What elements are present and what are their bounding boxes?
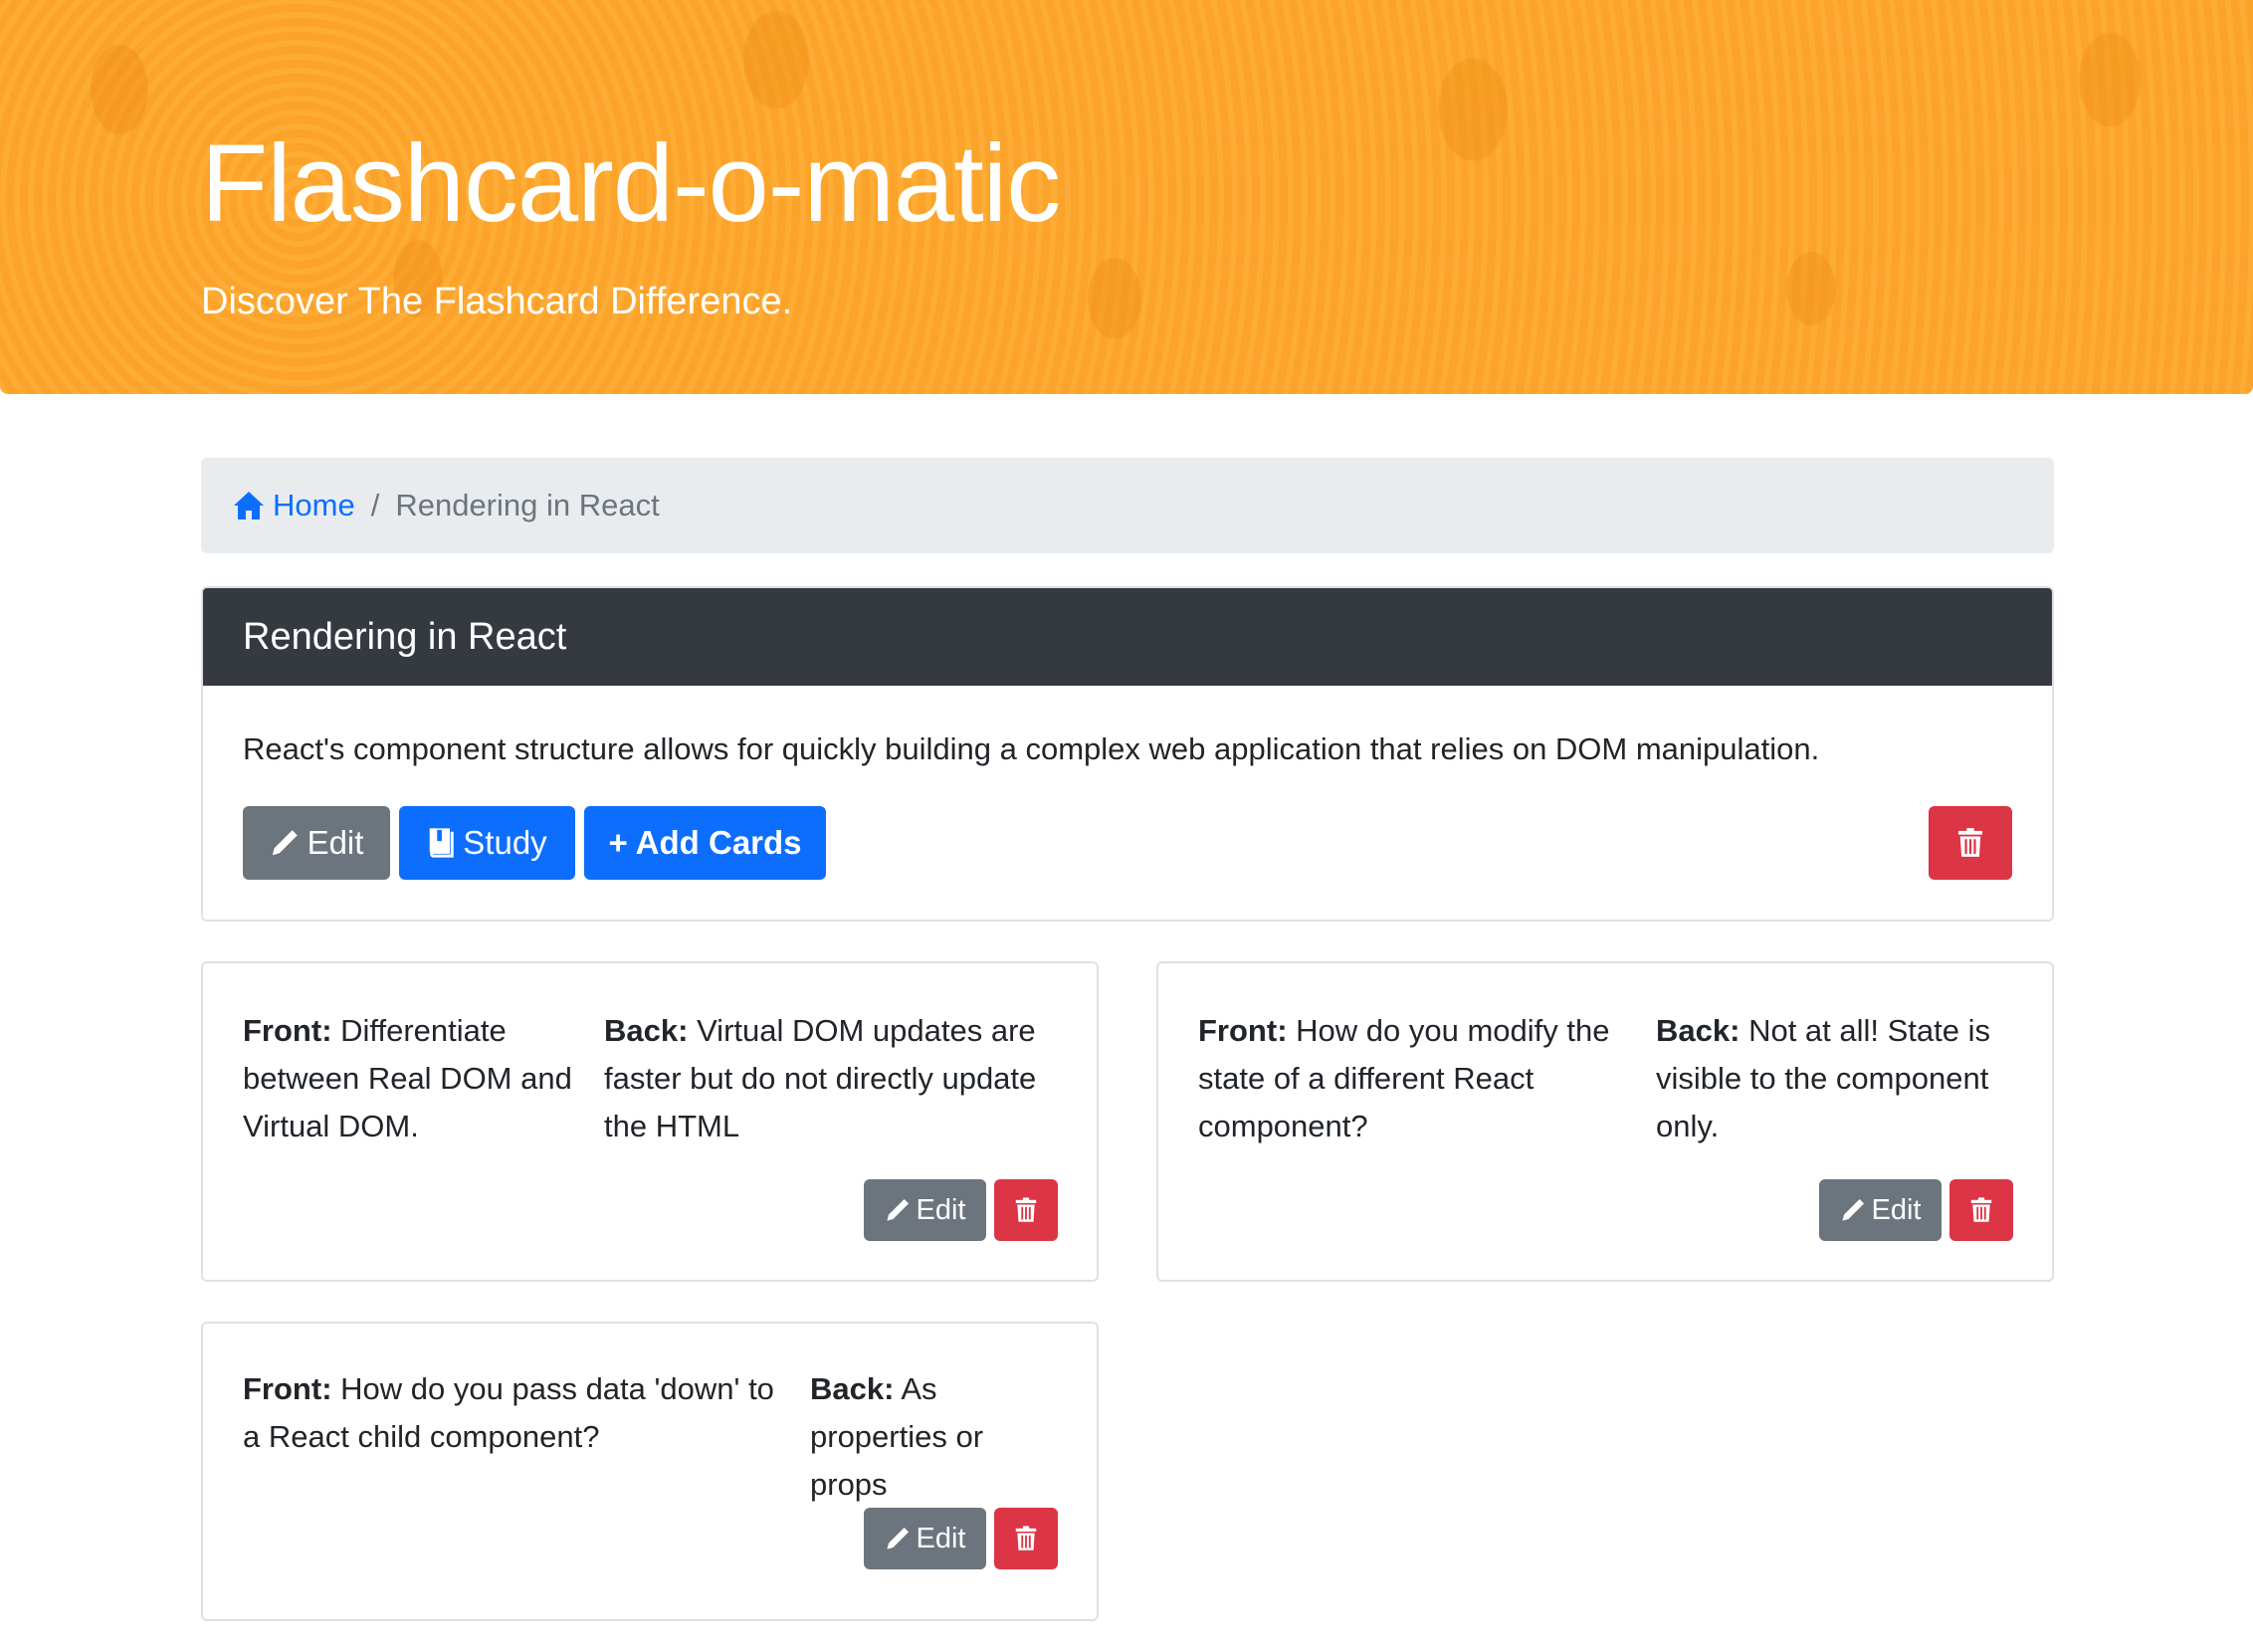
edit-card-button[interactable]: Edit — [864, 1508, 986, 1569]
trash-icon — [1970, 1197, 1992, 1222]
edit-deck-label: Edit — [307, 824, 364, 861]
house-icon — [234, 492, 264, 519]
app-title: Flashcard-o-matic — [201, 122, 1061, 245]
delete-card-button[interactable] — [994, 1508, 1058, 1569]
edit-card-button[interactable]: Edit — [1819, 1179, 1942, 1241]
card-back-label: Back: — [810, 1371, 895, 1406]
pencil-icon — [886, 1198, 909, 1221]
trash-icon — [1957, 828, 1983, 857]
edit-card-label: Edit — [1871, 1193, 1922, 1226]
add-cards-label: + Add Cards — [608, 824, 802, 861]
card-back: Back: Virtual DOM updates are faster but… — [604, 1007, 1072, 1150]
flashcard: Front: How do you pass data 'down' to a … — [201, 1322, 1099, 1621]
pencil-icon — [886, 1527, 909, 1549]
breadcrumb: Home / Rendering in React — [201, 458, 2054, 553]
delete-card-button[interactable] — [994, 1179, 1058, 1241]
app-subtitle: Discover The Flashcard Difference. — [201, 281, 793, 322]
card-front-label: Front: — [1198, 1013, 1288, 1048]
card-front-label: Front: — [243, 1013, 332, 1048]
pencil-icon — [1841, 1198, 1864, 1221]
breadcrumb-current: Rendering in React — [395, 488, 660, 522]
deck-title: Rendering in React — [203, 588, 2052, 686]
flashcard: Front: How do you modify the state of a … — [1156, 961, 2054, 1282]
card-back-label: Back: — [1656, 1013, 1741, 1048]
study-button[interactable]: Study — [399, 806, 575, 880]
edit-card-button[interactable]: Edit — [864, 1179, 986, 1241]
edit-card-label: Edit — [916, 1522, 966, 1554]
header-jumbotron: Flashcard-o-matic Discover The Flashcard… — [0, 0, 2253, 394]
edit-deck-button[interactable]: Edit — [243, 806, 390, 880]
trash-icon — [1015, 1197, 1037, 1222]
flashcard: Front: Differentiate between Real DOM an… — [201, 961, 1099, 1282]
deck-description: React's component structure allows for q… — [243, 731, 1820, 766]
trash-icon — [1015, 1526, 1037, 1550]
study-label: Study — [463, 824, 547, 861]
card-front: Front: How do you pass data 'down' to a … — [243, 1365, 780, 1461]
delete-card-button[interactable] — [1949, 1179, 2013, 1241]
add-cards-button[interactable]: + Add Cards — [584, 806, 826, 880]
delete-deck-button[interactable] — [1929, 806, 2012, 880]
breadcrumb-separator: / — [370, 488, 380, 522]
card-front: Front: How do you modify the state of a … — [1198, 1007, 1636, 1150]
edit-card-label: Edit — [916, 1193, 966, 1226]
pencil-icon — [272, 830, 298, 856]
breadcrumb-home-label[interactable]: Home — [273, 488, 355, 523]
card-front: Front: Differentiate between Real DOM an… — [243, 1007, 591, 1150]
card-back-label: Back: — [604, 1013, 689, 1048]
book-icon — [430, 828, 455, 858]
deck-card: Rendering in React React's component str… — [201, 586, 2054, 922]
card-back: Back: As properties or props — [810, 1365, 1029, 1509]
breadcrumb-home-link[interactable]: Home — [233, 488, 355, 523]
card-front-label: Front: — [243, 1371, 332, 1406]
card-back: Back: Not at all! State is visible to th… — [1656, 1007, 2026, 1150]
